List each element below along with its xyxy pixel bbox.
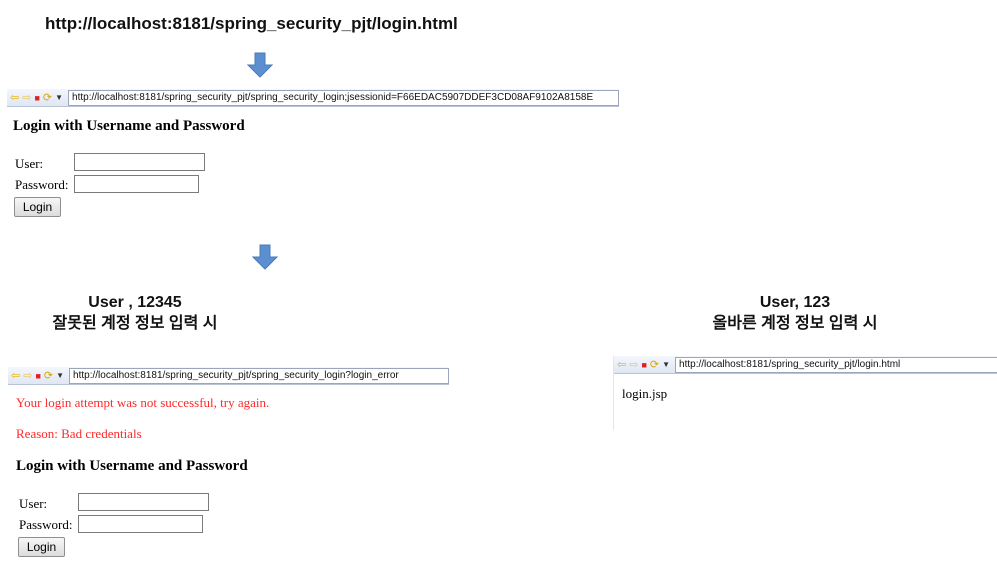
browser-toolbar: ⇦ ⇨ ■ ⟳ ▼ http://localhost:8181/spring_s… — [614, 356, 997, 374]
error-message: Your login attempt was not successful, t… — [16, 395, 270, 410]
password-input[interactable] — [78, 515, 203, 533]
back-icon[interactable]: ⇦ — [11, 367, 20, 385]
back-icon[interactable]: ⇦ — [617, 356, 626, 374]
forward-icon[interactable]: ⇨ — [22, 89, 31, 107]
password-label: Password: — [19, 517, 73, 532]
login-button[interactable]: Login — [18, 537, 65, 557]
back-icon[interactable]: ⇦ — [10, 89, 19, 107]
forward-icon[interactable]: ⇨ — [23, 367, 32, 385]
user-label: User: — [15, 156, 44, 171]
address-bar[interactable]: http://localhost:8181/spring_security_pj… — [68, 89, 619, 106]
password-label: Password: — [15, 177, 69, 192]
stop-icon[interactable]: ■ — [34, 89, 39, 107]
left-caption: User , 12345 잘못된 계정 정보 입력 시 — [35, 292, 235, 334]
left-caption-description: 잘못된 계정 정보 입력 시 — [52, 315, 218, 332]
login-heading: Login with Username and Password — [16, 458, 248, 474]
dropdown-icon[interactable]: ▼ — [662, 356, 670, 374]
stop-icon[interactable]: ■ — [641, 356, 646, 374]
error-browser-window: ⇦ ⇨ ■ ⟳ ▼ http://localhost:8181/spring_s… — [8, 367, 449, 385]
refresh-icon[interactable]: ⟳ — [43, 89, 52, 107]
top-url-label: http://localhost:8181/spring_security_pj… — [45, 14, 458, 33]
user-input[interactable] — [74, 153, 205, 171]
login-heading: Login with Username and Password — [13, 118, 245, 134]
down-arrow-icon — [247, 52, 273, 78]
forward-icon[interactable]: ⇨ — [629, 356, 638, 374]
login-button[interactable]: Login — [14, 197, 61, 217]
address-bar[interactable]: http://localhost:8181/spring_security_pj… — [675, 356, 997, 373]
user-input[interactable] — [78, 493, 209, 511]
left-caption-credentials: User , 12345 — [88, 294, 182, 311]
refresh-icon[interactable]: ⟳ — [44, 367, 53, 385]
password-input[interactable] — [74, 175, 199, 193]
success-browser-window: ⇦ ⇨ ■ ⟳ ▼ http://localhost:8181/spring_s… — [613, 356, 997, 430]
down-arrow-icon — [252, 244, 278, 270]
browser-toolbar: ⇦ ⇨ ■ ⟳ ▼ http://localhost:8181/spring_s… — [7, 89, 619, 107]
dropdown-icon[interactable]: ▼ — [56, 367, 64, 385]
dropdown-icon[interactable]: ▼ — [55, 89, 63, 107]
refresh-icon[interactable]: ⟳ — [650, 356, 659, 374]
login-browser-window: ⇦ ⇨ ■ ⟳ ▼ http://localhost:8181/spring_s… — [7, 89, 619, 107]
right-caption: User, 123 올바른 계정 정보 입력 시 — [690, 292, 900, 334]
right-caption-description: 올바른 계정 정보 입력 시 — [712, 315, 878, 332]
user-label: User: — [19, 496, 48, 511]
error-reason: Reason: Bad credentials — [16, 426, 142, 441]
stop-icon[interactable]: ■ — [35, 367, 40, 385]
right-caption-credentials: User, 123 — [759, 294, 831, 311]
address-bar[interactable]: http://localhost:8181/spring_security_pj… — [69, 367, 449, 384]
browser-toolbar: ⇦ ⇨ ■ ⟳ ▼ http://localhost:8181/spring_s… — [8, 367, 449, 385]
page-content: login.jsp — [622, 386, 668, 401]
